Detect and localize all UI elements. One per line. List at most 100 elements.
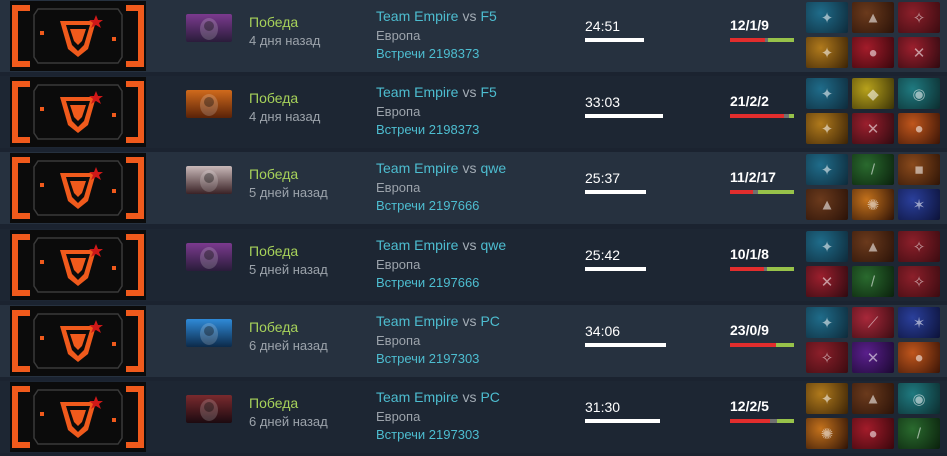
crimson-orb-item-icon[interactable]: ●: [852, 418, 894, 449]
series-link[interactable]: Встречи 2198373: [376, 122, 479, 137]
opponent-link[interactable]: PC: [480, 313, 499, 329]
kda-bar: [730, 267, 794, 271]
boots-item-icon[interactable]: ▲: [806, 189, 848, 220]
item-glyph: ●: [868, 425, 878, 442]
team-link[interactable]: Team Empire: [376, 237, 458, 253]
series-link[interactable]: Встречи 2197666: [376, 275, 479, 290]
blue-sceptre-item-icon[interactable]: ✶: [898, 189, 940, 220]
item-glyph: ✧: [820, 349, 834, 367]
blue-claw-item-icon[interactable]: ✦: [806, 154, 848, 185]
item-glyph: /: [870, 161, 876, 178]
match-row[interactable]: Победа 5 дней назад Team Empire vs qwe Евр…: [0, 152, 947, 224]
hero-portrait[interactable]: [186, 243, 232, 271]
crimson-orb-item-icon[interactable]: ●: [898, 342, 940, 373]
series-link[interactable]: Встречи 2198373: [376, 46, 479, 61]
hero-portrait[interactable]: [186, 90, 232, 118]
opponent-link[interactable]: PC: [480, 389, 499, 405]
match-row[interactable]: Победа 4 дня назад Team Empire vs F5 Европ…: [0, 76, 947, 148]
boots-item-icon[interactable]: ▲: [852, 2, 894, 33]
vs-label: vs: [462, 8, 477, 24]
crimson-orb-item-icon[interactable]: ●: [898, 113, 940, 144]
series-link[interactable]: Встречи 2197303: [376, 427, 479, 442]
team-logo[interactable]: [10, 382, 146, 452]
team-link[interactable]: Team Empire: [376, 84, 458, 100]
opponent-link[interactable]: F5: [480, 84, 496, 100]
match-result: Победа: [249, 319, 299, 335]
blue-claw-item-icon[interactable]: ✦: [806, 78, 848, 109]
match-duration: 25:42: [585, 247, 621, 263]
team-link[interactable]: Team Empire: [376, 389, 458, 405]
kda-kills-segment: [730, 114, 784, 118]
item-glyph: ●: [914, 349, 924, 366]
red-blade-item-icon[interactable]: ✧: [898, 2, 940, 33]
red-axe-item-icon[interactable]: ✕: [852, 113, 894, 144]
item-build: ✦ ▲ ✧ ✦ ● ✕: [806, 2, 944, 70]
opponent-link[interactable]: qwe: [480, 237, 506, 253]
kda-value: 12/1/9: [730, 17, 769, 33]
match-time-ago: 4 дня назад: [249, 109, 321, 124]
teal-lantern-item-icon[interactable]: ◉: [898, 383, 940, 414]
vs-label: vs: [462, 84, 477, 100]
fire-staff-item-icon[interactable]: ✺: [806, 418, 848, 449]
series-link[interactable]: Встречи 2197303: [376, 351, 479, 366]
red-axe-item-icon[interactable]: ✕: [806, 266, 848, 297]
team-logo[interactable]: [10, 77, 146, 147]
match-row[interactable]: Победа 6 дней назад Team Empire vs PC Евро…: [0, 305, 947, 377]
opponent-link[interactable]: F5: [480, 8, 496, 24]
hero-portrait[interactable]: [186, 395, 232, 423]
match-title: Team Empire vs F5: [376, 8, 497, 24]
team-logo[interactable]: [10, 153, 146, 223]
kda-kills-segment: [730, 419, 771, 423]
opponent-link[interactable]: qwe: [480, 160, 506, 176]
red-axe-item-icon[interactable]: ✕: [898, 37, 940, 68]
team-empire-logo-icon: [10, 382, 146, 452]
team-link[interactable]: Team Empire: [376, 160, 458, 176]
item-glyph: ✺: [820, 425, 834, 443]
hero-portrait[interactable]: [186, 166, 232, 194]
boots-item-icon[interactable]: ▲: [852, 231, 894, 262]
team-link[interactable]: Team Empire: [376, 313, 458, 329]
gold-claw-item-icon[interactable]: ✦: [806, 37, 848, 68]
team-link[interactable]: Team Empire: [376, 8, 458, 24]
hero-portrait[interactable]: [186, 14, 232, 42]
series-link[interactable]: Встречи 2197666: [376, 198, 479, 213]
gold-claw-item-icon[interactable]: ✦: [806, 113, 848, 144]
kda-assists-segment: [776, 343, 794, 347]
item-glyph: ✺: [866, 196, 880, 214]
kda-value: 21/2/2: [730, 93, 769, 109]
green-staff-item-icon[interactable]: /: [898, 418, 940, 449]
gold-claw-item-icon[interactable]: ✦: [806, 383, 848, 414]
green-staff-item-icon[interactable]: /: [852, 266, 894, 297]
blue-claw-item-icon[interactable]: ✦: [806, 2, 848, 33]
red-blade-item-icon[interactable]: ✧: [806, 342, 848, 373]
kda-assists-segment: [767, 267, 794, 271]
purple-dagger-item-icon[interactable]: ✕: [852, 342, 894, 373]
vs-label: vs: [462, 237, 477, 253]
kda-value: 23/0/9: [730, 322, 769, 338]
treasure-chest-item-icon[interactable]: ■: [898, 154, 940, 185]
match-duration: 25:37: [585, 170, 621, 186]
hero-portrait[interactable]: [186, 319, 232, 347]
fire-staff-item-icon[interactable]: ✺: [852, 189, 894, 220]
blue-sceptre-item-icon[interactable]: ✶: [898, 307, 940, 338]
team-logo[interactable]: [10, 306, 146, 376]
hero-portrait-orange-haired: [186, 90, 232, 118]
match-row[interactable]: Победа 6 дней назад Team Empire vs PC Евро…: [0, 381, 947, 453]
boots-item-icon[interactable]: ▲: [852, 383, 894, 414]
blue-claw-item-icon[interactable]: ✦: [806, 307, 848, 338]
green-staff-item-icon[interactable]: /: [852, 154, 894, 185]
red-blade-item-icon[interactable]: ✧: [898, 231, 940, 262]
match-row[interactable]: Победа 5 дней назад Team Empire vs qwe Евр…: [0, 229, 947, 301]
item-glyph: /: [870, 273, 876, 290]
red-blade-item-icon[interactable]: ✧: [898, 266, 940, 297]
red-dagger-item-icon[interactable]: ⟋: [852, 307, 894, 338]
team-logo[interactable]: [10, 1, 146, 71]
teal-lantern-item-icon[interactable]: ◉: [898, 78, 940, 109]
item-glyph: ⟋: [867, 314, 879, 331]
match-row[interactable]: Победа 4 дня назад Team Empire vs F5 Европ…: [0, 0, 947, 72]
item-glyph: ✧: [912, 273, 926, 291]
blue-claw-item-icon[interactable]: ✦: [806, 231, 848, 262]
team-logo[interactable]: [10, 230, 146, 300]
crimson-orb-item-icon[interactable]: ●: [852, 37, 894, 68]
gold-scale-item-icon[interactable]: ◆: [852, 78, 894, 109]
